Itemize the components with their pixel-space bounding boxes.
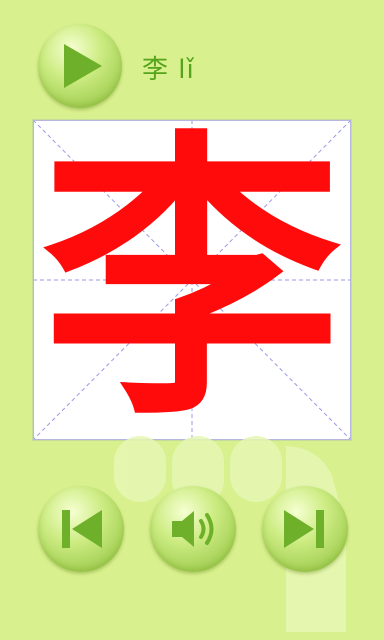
play-icon bbox=[64, 44, 102, 88]
skip-previous-icon bbox=[62, 510, 102, 548]
writing-grid: 李 bbox=[33, 120, 351, 440]
practice-character: 李 bbox=[42, 103, 342, 456]
speaker-icon bbox=[172, 511, 214, 547]
character-label-hanzi: 李 bbox=[142, 55, 170, 85]
previous-button[interactable] bbox=[38, 486, 124, 572]
play-button[interactable] bbox=[38, 24, 122, 108]
skip-next-icon bbox=[284, 510, 324, 548]
character-label: 李 lǐ bbox=[142, 50, 195, 90]
sound-button[interactable] bbox=[150, 486, 236, 572]
next-button[interactable] bbox=[262, 486, 348, 572]
character-label-pinyin: lǐ bbox=[178, 55, 195, 85]
